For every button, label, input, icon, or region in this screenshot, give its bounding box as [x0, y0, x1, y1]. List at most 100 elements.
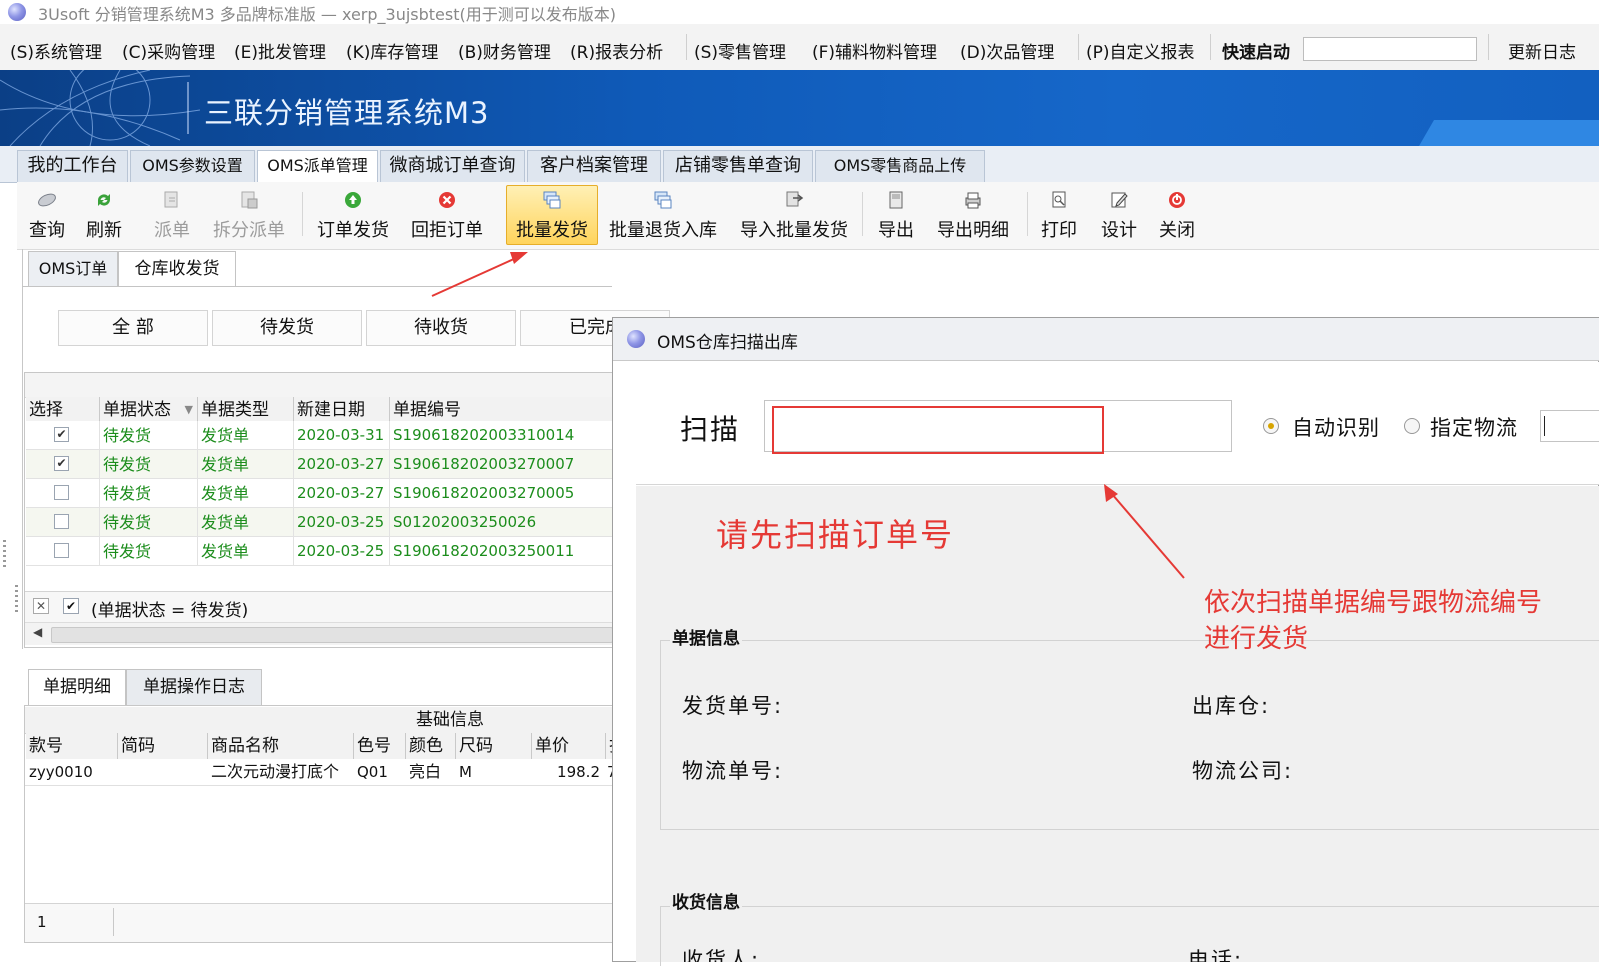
batch-return-button[interactable]: 批量退货入库	[607, 186, 719, 244]
detail-cell-color-no: Q01	[357, 763, 388, 781]
scroll-left-icon[interactable]: ◀	[33, 625, 42, 639]
query-button[interactable]: 查询	[21, 186, 73, 244]
export-detail-button[interactable]: 导出明细	[931, 186, 1015, 244]
batch-return-icon	[654, 191, 672, 209]
menu-custom-reports[interactable]: (P)自定义报表	[1086, 38, 1195, 63]
tab-oms-settings[interactable]: OMS参数设置	[130, 150, 255, 182]
splitter-grip[interactable]	[3, 540, 6, 570]
split-dispatch-button[interactable]: 拆分派单	[209, 186, 289, 244]
detail-col-color-no[interactable]: 色号	[354, 733, 406, 759]
col-header-select[interactable]: 选择	[26, 397, 100, 423]
detail-footer: 1	[25, 903, 625, 942]
tab-customer-files[interactable]: 客户档案管理	[527, 150, 661, 182]
banner-title: 三联分销管理系统M3	[204, 96, 490, 130]
menu-finance[interactable]: (B)财务管理	[458, 38, 551, 63]
dispatch-button[interactable]: 派单	[147, 186, 197, 244]
menu-materials[interactable]: (F)辅料物料管理	[812, 38, 937, 63]
tab-oms-upload[interactable]: OMS零售商品上传	[815, 150, 985, 182]
row-checkbox[interactable]: ✔	[54, 427, 69, 442]
col-header-number[interactable]: 单据编号	[390, 397, 626, 423]
dispatch-icon	[164, 191, 178, 208]
table-row[interactable]: 待发货 发货单 2020-03-25 S01202003250026	[26, 508, 626, 537]
col-header-status[interactable]: 单据状态 ▼	[100, 397, 198, 423]
detail-cell-short	[118, 759, 121, 785]
detail-col-color[interactable]: 颜色	[406, 733, 456, 759]
filter-expression: (单据状态 = 待发货)	[91, 601, 249, 621]
detail-tab-items[interactable]: 单据明细	[28, 669, 126, 705]
order-info-group	[660, 640, 1599, 830]
detail-col-name[interactable]: 商品名称	[208, 733, 354, 759]
row-checkbox[interactable]	[54, 514, 69, 529]
radio-specified-label[interactable]: 指定物流	[1430, 412, 1518, 442]
filter-funnel-icon[interactable]: ▼	[185, 397, 193, 423]
menu-reports[interactable]: (R)报表分析	[570, 38, 663, 63]
batch-ship-button[interactable]: 批量发货	[506, 185, 598, 245]
toolbar: 查询 刷新 派单 拆分派单 订单发货 回拒订单 批量发货 批量退货入库 导入批量…	[17, 182, 1599, 250]
import-batch-ship-icon	[786, 191, 804, 207]
scroll-thumb[interactable]	[51, 627, 613, 643]
logistics-select[interactable]	[1540, 410, 1599, 442]
filter-all-button[interactable]: 全 部	[58, 310, 208, 346]
menu-defects[interactable]: (D)次品管理	[960, 38, 1054, 63]
export-button[interactable]: 导出	[872, 186, 920, 244]
receive-fields-clip: 收货人: 电话:	[660, 948, 1599, 962]
row-select-cell: ✔	[26, 450, 100, 479]
row-select-cell: ✔	[26, 421, 100, 450]
row-select-cell	[26, 537, 100, 566]
tab-workbench[interactable]: 我的工作台	[17, 150, 128, 182]
row-checkbox[interactable]	[54, 485, 69, 500]
ship-no-label: 发货单号:	[682, 694, 784, 718]
menu-purchase[interactable]: (C)采购管理	[122, 38, 215, 63]
row-number: S01202003250026	[393, 513, 537, 531]
splitter-grip[interactable]	[15, 585, 18, 615]
row-checkbox[interactable]	[54, 543, 69, 558]
table-row[interactable]: ✔ 待发货 发货单 2020-03-27 S190618202003270007	[26, 450, 626, 479]
detail-group-label: 基础信息	[416, 710, 484, 730]
row-type: 发货单	[198, 537, 294, 566]
row-status: 待发货	[100, 421, 198, 450]
close-button[interactable]: 关闭	[1153, 186, 1201, 244]
table-row[interactable]: 待发货 发货单 2020-03-25 S190618202003250011	[26, 537, 626, 566]
menu-inventory[interactable]: (K)库存管理	[346, 38, 438, 63]
close-icon	[1169, 192, 1185, 208]
network-globe-decoration	[0, 70, 200, 146]
filter-enable-checkbox[interactable]: ✔	[63, 598, 79, 614]
print-button[interactable]: 打印	[1035, 186, 1083, 244]
detail-col-size[interactable]: 尺码	[456, 733, 532, 759]
changelog-link[interactable]: 更新日志	[1508, 38, 1576, 63]
table-row[interactable]: ✔ 待发货 发货单 2020-03-31 S190618202003310014	[26, 421, 626, 450]
menu-system[interactable]: (S)系统管理	[10, 38, 102, 63]
col-header-type[interactable]: 单据类型	[198, 397, 294, 423]
col-header-date[interactable]: 新建日期	[294, 397, 390, 423]
radio-auto-label[interactable]: 自动识别	[1292, 412, 1380, 442]
reject-order-button[interactable]: 回拒订单	[407, 186, 487, 244]
design-button[interactable]: 设计	[1095, 186, 1143, 244]
menu-retail[interactable]: (S)零售管理	[694, 38, 786, 63]
table-row[interactable]: 待发货 发货单 2020-03-27 S190618202003270005	[26, 479, 626, 508]
refresh-button[interactable]: 刷新	[79, 186, 129, 244]
subtab-warehouse[interactable]: 仓库收发货	[118, 251, 236, 287]
clear-filter-icon[interactable]: ✕	[33, 598, 49, 614]
tab-oms-dispatch[interactable]: OMS派单管理	[257, 150, 378, 183]
design-icon	[1111, 192, 1128, 208]
quick-launch-input[interactable]	[1303, 37, 1477, 61]
subtab-oms-orders[interactable]: OMS订单	[28, 251, 118, 287]
scan-input[interactable]	[772, 406, 1104, 454]
menu-wholesale[interactable]: (E)批发管理	[234, 38, 326, 63]
tab-mall-orders[interactable]: 微商城订单查询	[380, 150, 525, 182]
detail-col-code[interactable]: 款号	[26, 733, 118, 759]
radio-specified-logistics[interactable]	[1404, 418, 1420, 434]
ship-order-button[interactable]: 订单发货	[313, 186, 393, 244]
filter-pending-receive-button[interactable]: 待收货	[366, 310, 516, 346]
radio-auto-detect[interactable]	[1263, 418, 1279, 434]
import-batch-ship-label: 导入批量发货	[740, 220, 848, 241]
row-checkbox[interactable]: ✔	[54, 456, 69, 471]
detail-tab-log[interactable]: 单据操作日志	[126, 669, 262, 705]
horizontal-scrollbar[interactable]: ◀	[25, 622, 625, 645]
import-batch-ship-button[interactable]: 导入批量发货	[737, 186, 851, 244]
filter-pending-ship-button[interactable]: 待发货	[212, 310, 362, 346]
detail-col-short[interactable]: 简码	[118, 733, 208, 759]
row-status: 待发货	[100, 450, 198, 479]
detail-col-price[interactable]: 单价	[532, 733, 606, 759]
tab-store-retail[interactable]: 店铺零售单查询	[663, 150, 813, 182]
